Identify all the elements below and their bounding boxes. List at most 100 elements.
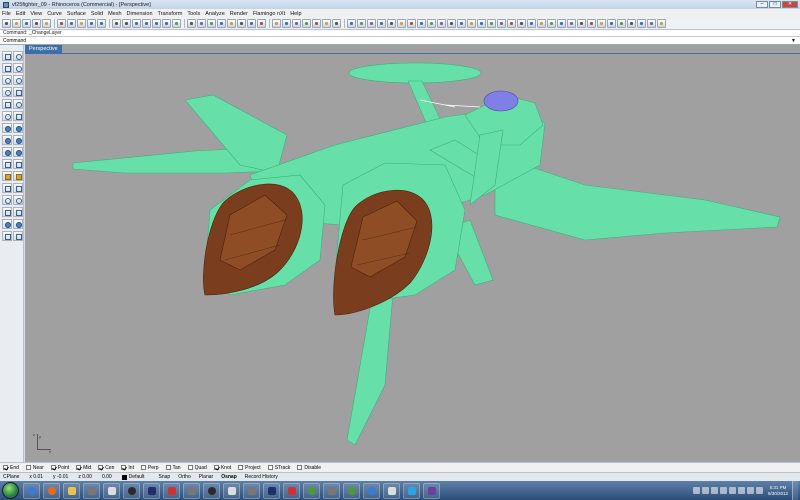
copy-icon[interactable]	[67, 19, 76, 28]
mesh-tools-icon[interactable]	[347, 19, 356, 28]
render-icon[interactable]	[312, 19, 321, 28]
print-icon[interactable]	[32, 19, 41, 28]
toolbar-extra-icon[interactable]	[577, 19, 586, 28]
cut-icon[interactable]	[57, 19, 66, 28]
checkbox[interactable]	[297, 465, 303, 470]
viewport-title-tab[interactable]: Perspective	[25, 45, 795, 54]
toolbar-extra-icon[interactable]	[557, 19, 566, 28]
toolbar-extra-icon[interactable]	[527, 19, 536, 28]
trim-icon[interactable]	[13, 159, 23, 169]
help-icon[interactable]	[332, 19, 341, 28]
sphere-icon[interactable]	[13, 123, 23, 133]
polygon-icon[interactable]	[2, 99, 12, 109]
tray-icon[interactable]	[737, 487, 745, 494]
surface-icon[interactable]	[2, 123, 12, 133]
cylinder-icon[interactable]	[13, 135, 23, 145]
boolean-union-icon[interactable]	[2, 171, 12, 181]
wireframe-icon[interactable]	[237, 19, 246, 28]
minimize-button[interactable]: –	[756, 1, 768, 8]
close-button[interactable]: ✕	[782, 1, 798, 8]
network-icon[interactable]	[746, 487, 754, 494]
app-icon[interactable]	[123, 482, 140, 499]
select-all-icon[interactable]	[227, 19, 236, 28]
command-prompt-field[interactable]: Command ▼	[0, 37, 800, 45]
free-form-curve-icon[interactable]	[13, 99, 23, 109]
move-icon[interactable]	[2, 207, 12, 217]
lightbulb-icon[interactable]	[272, 19, 281, 28]
firefox-icon[interactable]	[43, 482, 60, 499]
osnap-cen[interactable]: Cen	[98, 465, 114, 471]
cplane-label[interactable]: CPlane	[3, 474, 19, 480]
checkbox[interactable]	[187, 465, 193, 470]
toolbar-extra-icon[interactable]	[657, 19, 666, 28]
menu-solid[interactable]: Solid	[91, 11, 103, 17]
rectangle-icon[interactable]	[13, 87, 23, 97]
menu-transform[interactable]: Transform	[158, 11, 183, 17]
toolbar-extra-icon[interactable]	[497, 19, 506, 28]
toolbar-extra-icon[interactable]	[467, 19, 476, 28]
dimension-tools-icon[interactable]	[417, 19, 426, 28]
toolbar-extra-icon[interactable]	[547, 19, 556, 28]
system-clock[interactable]: 5:31 PM 9/30/2012	[768, 485, 788, 497]
rotate-view-icon[interactable]	[122, 19, 131, 28]
grid-icon[interactable]	[197, 19, 206, 28]
boolean-difference-icon[interactable]	[13, 171, 23, 181]
rendered-icon[interactable]	[257, 19, 266, 28]
checkbox[interactable]	[213, 465, 219, 470]
osnap-knot[interactable]: Knot	[213, 465, 231, 471]
zoom-extents-icon[interactable]	[152, 19, 161, 28]
app-icon[interactable]	[243, 482, 260, 499]
osnap-near[interactable]: Near	[25, 465, 44, 471]
checkbox[interactable]	[98, 465, 104, 470]
menu-flamingo[interactable]: Flamingo nXt	[253, 11, 285, 17]
checkbox[interactable]	[3, 465, 8, 470]
point-tools-icon[interactable]	[387, 19, 396, 28]
open-file-icon[interactable]	[12, 19, 21, 28]
analyze-tools-icon[interactable]	[407, 19, 416, 28]
split-icon[interactable]	[2, 159, 12, 169]
maximize-button[interactable]: □	[769, 1, 781, 8]
osnap-end[interactable]: End	[3, 465, 19, 471]
curve-tools-icon[interactable]	[377, 19, 386, 28]
fillet-icon[interactable]	[2, 195, 12, 205]
app-icon[interactable]	[283, 482, 300, 499]
toolbar-extra-icon[interactable]	[517, 19, 526, 28]
set-view-icon[interactable]	[217, 19, 226, 28]
checkbox[interactable]	[140, 465, 146, 470]
copy-object-icon[interactable]	[13, 207, 23, 217]
tray-icon[interactable]	[719, 487, 727, 494]
shaded-icon[interactable]	[247, 19, 256, 28]
zbrush-icon[interactable]	[223, 482, 240, 499]
command-history-dropdown-icon[interactable]: ▼	[791, 37, 796, 45]
menu-file[interactable]: File	[2, 11, 11, 17]
circle-icon[interactable]	[2, 75, 12, 85]
options-icon[interactable]	[322, 19, 331, 28]
menu-edit[interactable]: Edit	[16, 11, 25, 17]
zoom-window-icon[interactable]	[142, 19, 151, 28]
show-desktop-button[interactable]	[792, 481, 798, 500]
osnap-disable[interactable]: Disable	[297, 465, 321, 471]
cplane-icon[interactable]	[207, 19, 216, 28]
new-file-icon[interactable]	[2, 19, 11, 28]
toolbar-extra-icon[interactable]	[587, 19, 596, 28]
transform-tools-icon[interactable]	[397, 19, 406, 28]
blocks-icon[interactable]	[447, 19, 456, 28]
osnap-int[interactable]: Int	[121, 465, 134, 471]
tray-icon[interactable]	[701, 487, 709, 494]
tray-icon[interactable]	[710, 487, 718, 494]
ellipse-icon[interactable]	[2, 87, 12, 97]
join-icon[interactable]	[13, 183, 23, 193]
save-icon[interactable]	[22, 19, 31, 28]
checkbox[interactable]	[25, 465, 31, 470]
layer-icon[interactable]	[282, 19, 291, 28]
app-icon[interactable]	[103, 482, 120, 499]
toolbar-extra-icon[interactable]	[487, 19, 496, 28]
arc-icon[interactable]	[13, 75, 23, 85]
ortho-toggle[interactable]: Ortho	[178, 474, 191, 480]
toolbar-extra-icon[interactable]	[627, 19, 636, 28]
checkbox[interactable]	[165, 465, 171, 470]
menu-analyze[interactable]: Analyze	[205, 11, 225, 17]
checkbox[interactable]	[50, 465, 56, 470]
snap-toggle[interactable]: Snap	[159, 474, 171, 480]
mesh-icon[interactable]	[2, 147, 12, 157]
